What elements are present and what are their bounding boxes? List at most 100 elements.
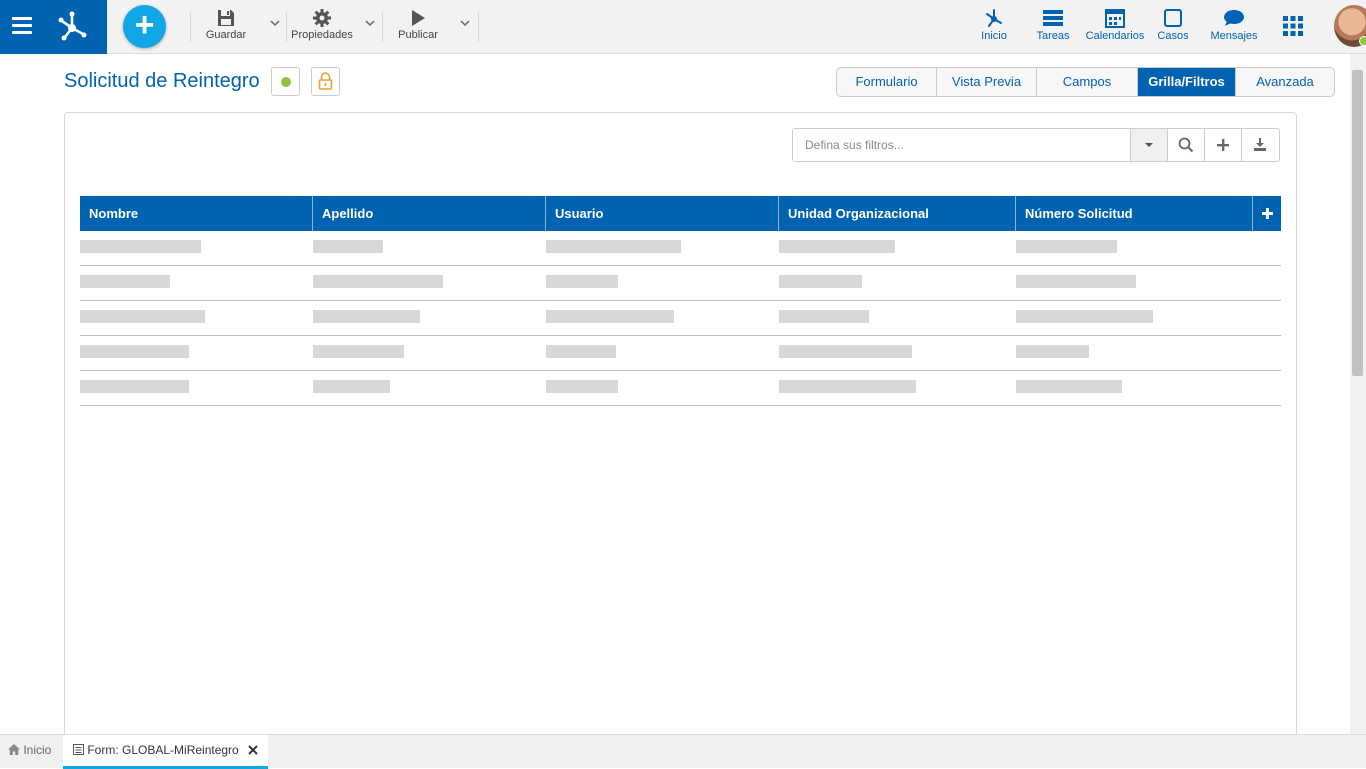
table-cell[interactable] <box>779 301 1016 336</box>
publish-button[interactable]: Publicar <box>396 8 440 46</box>
table-cell[interactable] <box>80 336 313 371</box>
properties-label: Propiedades <box>291 29 353 41</box>
nav-messages[interactable]: Mensajes <box>1208 6 1260 42</box>
toolbar-divider <box>286 12 287 42</box>
nav-calendars[interactable]: Calendarios <box>1084 6 1146 42</box>
loading-placeholder <box>313 345 404 358</box>
table-row[interactable] <box>80 371 1281 406</box>
add-filter-button[interactable] <box>1204 129 1241 161</box>
toolbar-divider <box>478 12 479 42</box>
table-cell[interactable] <box>313 371 546 406</box>
table-cell[interactable] <box>313 336 546 371</box>
tab-vista-previa[interactable]: Vista Previa <box>937 68 1037 96</box>
close-icon[interactable] <box>248 745 258 755</box>
nav-messages-label: Mensajes <box>1210 30 1258 42</box>
network-icon <box>986 9 1002 27</box>
loading-placeholder <box>80 240 201 253</box>
nav-cases[interactable]: Casos <box>1156 6 1190 42</box>
table-cell[interactable] <box>80 301 313 336</box>
chevron-down-icon[interactable] <box>458 16 472 30</box>
table-cell[interactable] <box>80 231 313 266</box>
table-row[interactable] <box>80 266 1281 301</box>
loading-placeholder <box>1016 310 1153 323</box>
table-cell[interactable] <box>80 266 313 301</box>
bottom-tab-form[interactable]: Form: GLOBAL-MiReintegro <box>63 735 268 769</box>
bottom-tab-home[interactable]: Inicio <box>0 735 62 769</box>
loading-placeholder <box>1016 345 1089 358</box>
tab-grilla-filtros[interactable]: Grilla/Filtros <box>1138 68 1236 96</box>
publish-label: Publicar <box>398 29 438 41</box>
table-cell[interactable] <box>779 336 1016 371</box>
bottom-tab-home-label: Inicio <box>23 743 52 757</box>
filter-bar <box>792 128 1280 162</box>
table-cell[interactable] <box>1016 231 1281 266</box>
loading-placeholder <box>1016 380 1122 393</box>
plus-icon <box>1217 139 1229 151</box>
table-cell[interactable] <box>313 231 546 266</box>
column-header-apellido[interactable]: Apellido <box>313 196 546 231</box>
download-icon <box>1254 138 1266 151</box>
table-row[interactable] <box>80 301 1281 336</box>
table-cell[interactable] <box>779 231 1016 266</box>
table-cell[interactable] <box>546 231 779 266</box>
properties-button[interactable]: Propiedades <box>290 8 354 46</box>
status-dot-icon <box>281 77 291 87</box>
save-label: Guardar <box>205 29 247 41</box>
loading-placeholder <box>546 240 681 253</box>
search-icon <box>1178 137 1194 153</box>
table-cell[interactable] <box>546 301 779 336</box>
column-header-usuario[interactable]: Usuario <box>546 196 779 231</box>
apps-grid-icon[interactable] <box>1283 16 1303 36</box>
loading-placeholder <box>313 380 390 393</box>
tab-campos[interactable]: Campos <box>1037 68 1138 96</box>
loading-placeholder <box>80 380 189 393</box>
nav-tasks[interactable]: Tareas <box>1034 6 1072 42</box>
save-icon <box>218 10 234 26</box>
download-button[interactable] <box>1241 129 1278 161</box>
lock-icon <box>318 72 333 90</box>
tab-formulario[interactable]: Formulario <box>837 68 937 96</box>
table-cell[interactable] <box>546 336 779 371</box>
table-cell[interactable] <box>1016 371 1281 406</box>
online-status-dot <box>1359 36 1366 46</box>
table-cell[interactable] <box>546 371 779 406</box>
table-cell[interactable] <box>1016 266 1281 301</box>
filter-dropdown-button[interactable] <box>1130 129 1167 161</box>
table-row[interactable] <box>80 336 1281 371</box>
table-cell[interactable] <box>313 301 546 336</box>
status-button[interactable] <box>271 67 300 96</box>
nav-home[interactable]: Inicio <box>976 6 1012 42</box>
table-cell[interactable] <box>779 371 1016 406</box>
bottom-tab-form-label: Form: GLOBAL-MiReintegro <box>87 743 239 757</box>
menu-icon[interactable] <box>12 17 32 35</box>
logo-icon[interactable] <box>54 8 90 44</box>
table-cell[interactable] <box>1016 301 1281 336</box>
lock-button[interactable] <box>311 67 340 96</box>
grid-header-row: Nombre Apellido Usuario Unidad Organizac… <box>80 196 1281 231</box>
loading-placeholder <box>779 240 895 253</box>
table-cell[interactable] <box>546 266 779 301</box>
add-button[interactable]: + <box>123 5 166 48</box>
table-cell[interactable] <box>313 266 546 301</box>
column-header-unidad[interactable]: Unidad Organizacional <box>779 196 1016 231</box>
save-button[interactable]: Guardar <box>204 8 248 46</box>
column-header-nombre[interactable]: Nombre <box>80 196 313 231</box>
table-cell[interactable] <box>80 371 313 406</box>
toolbar-divider <box>382 12 383 42</box>
loading-placeholder <box>80 275 170 288</box>
tab-avanzada[interactable]: Avanzada <box>1236 68 1334 96</box>
filter-input[interactable] <box>793 129 1130 161</box>
scrollbar-thumb[interactable] <box>1352 70 1363 376</box>
table-cell[interactable] <box>779 266 1016 301</box>
chevron-down-icon[interactable] <box>268 16 282 30</box>
square-icon <box>1164 9 1182 27</box>
table-cell[interactable] <box>1016 336 1281 371</box>
loading-placeholder <box>546 310 674 323</box>
nav-cases-label: Casos <box>1157 30 1189 42</box>
add-column-button[interactable] <box>1253 196 1281 231</box>
chevron-down-icon[interactable] <box>363 16 377 30</box>
table-row[interactable] <box>80 231 1281 266</box>
loading-placeholder <box>313 275 443 288</box>
search-button[interactable] <box>1167 129 1204 161</box>
column-header-numero[interactable]: Número Solicitud <box>1016 196 1253 231</box>
